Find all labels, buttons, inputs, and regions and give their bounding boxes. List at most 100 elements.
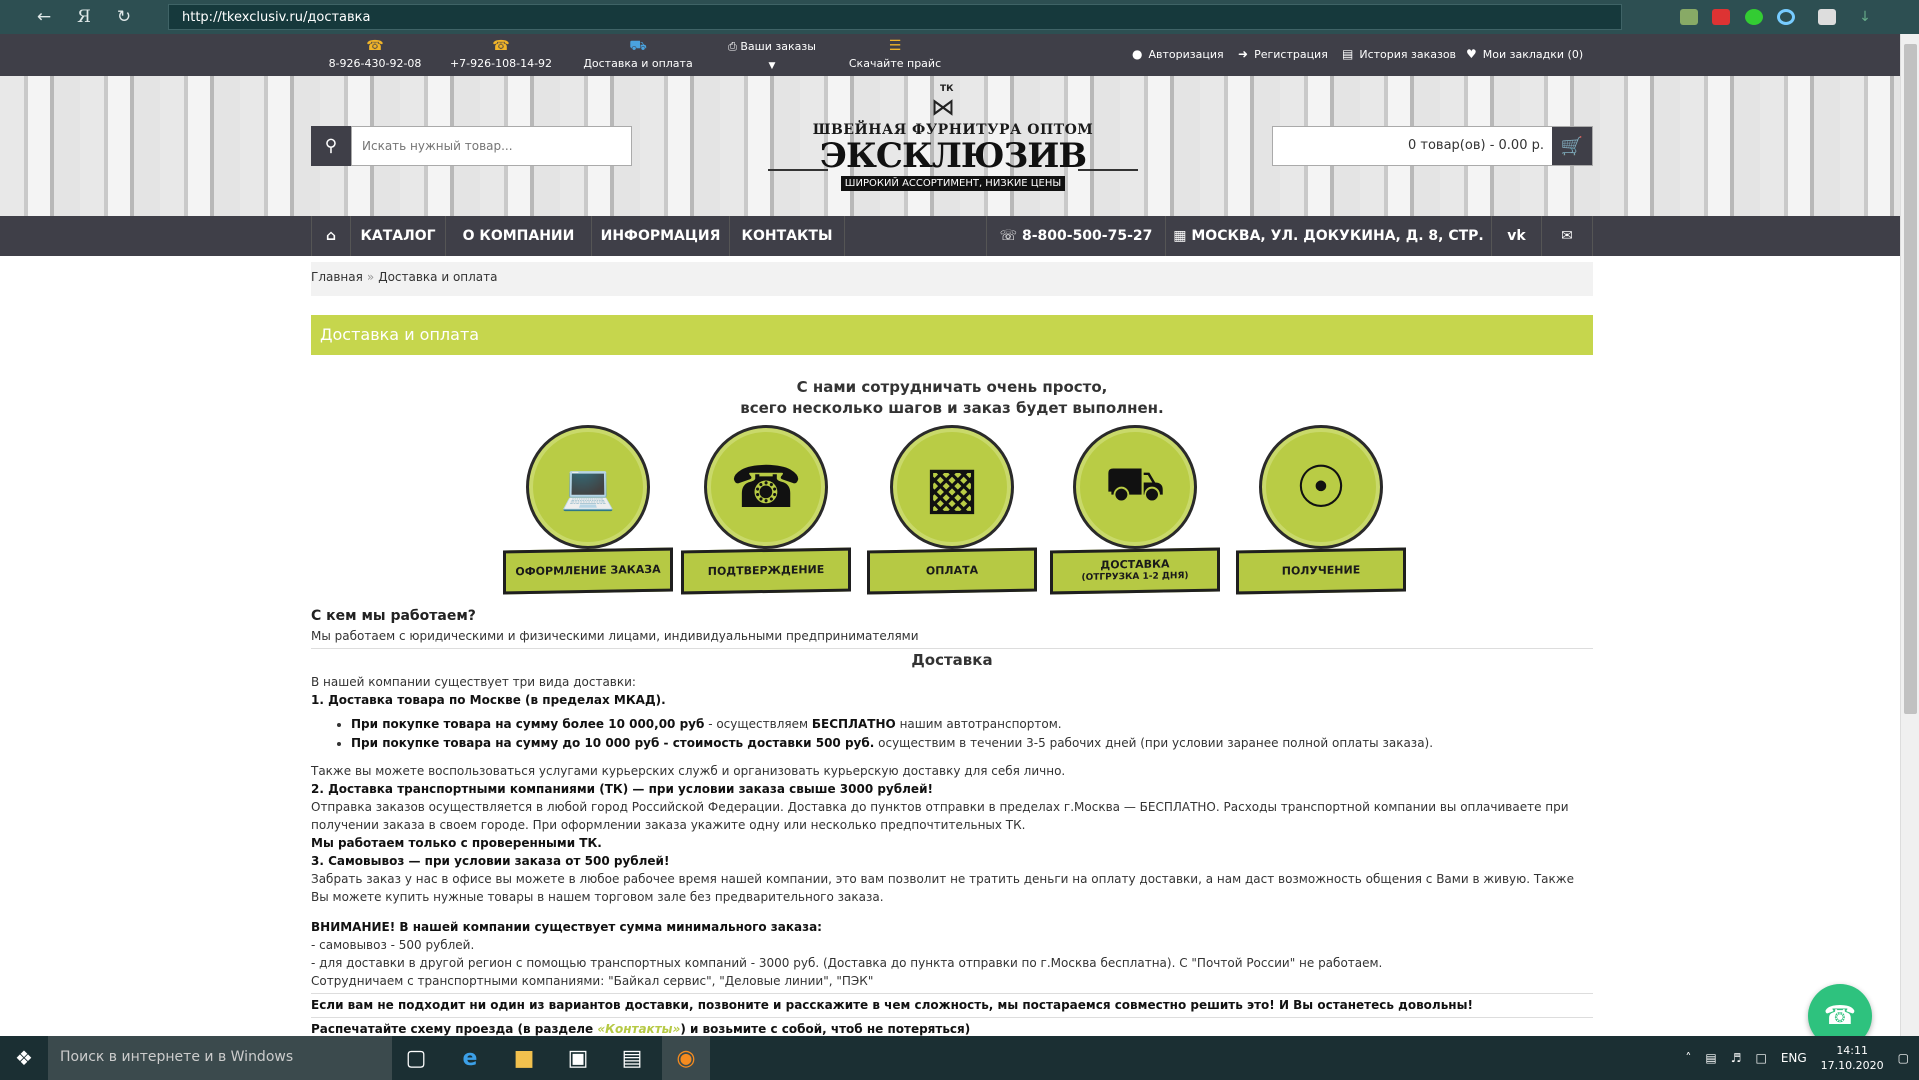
mail-badge-icon[interactable] [1712,9,1730,25]
print-b: ) и возьмите с собой, чтоб не потеряться… [680,1022,971,1036]
bullet1-rest: - осуществляем [704,717,812,731]
price-link[interactable]: ☰ Скачайте прайс [840,38,950,70]
blue-circle-icon[interactable] [1777,9,1795,25]
cart-icon[interactable]: 🛒 [1552,127,1592,165]
network-icon[interactable]: ▤ [1705,1051,1716,1065]
green-circle-icon[interactable] [1745,9,1763,25]
notification-icon[interactable]: □ [1755,1051,1766,1065]
language-indicator[interactable]: ENG [1781,1051,1807,1065]
explorer-icon[interactable]: ■ [500,1036,548,1080]
step-confirm: ☎ ПОДТВЕРЖДЕНИЕ [681,425,851,597]
bullet2-bold: При покупке товара на сумму до 10 000 ру… [351,736,875,750]
scrollbar-thumb[interactable] [1904,44,1917,714]
page-title: Доставка и оплата [311,315,1593,355]
document-icon: ▤ [1342,47,1354,61]
browser-toolbar: ← Я ↻ http://tkexclusiv.ru/доставка ↓ [0,0,1919,34]
nav-info[interactable]: ИНФОРМАЦИЯ [592,216,730,256]
partners: Сотрудничаем с транспортными компаниями:… [311,974,874,988]
bookmarks-link[interactable]: Мои закладки (0) [1483,48,1583,61]
search-icon[interactable]: ⚲ [311,126,351,166]
mail-icon[interactable]: ✉ [1542,216,1593,256]
list-icon: ☰ [888,38,902,54]
step-delivery-sub: (ОТГРУЗКА 1-2 ДНЯ) [1081,571,1189,583]
proven-text: Мы работаем только с проверенными ТК. [311,836,602,850]
print-a: Распечатайте схему проезда (в разделе [311,1022,598,1036]
bullet1-bold2: БЕСПЛАТНО [811,717,896,731]
type1-text: 1. Доставка товара по Москве (в пределах… [311,693,666,707]
volume-icon[interactable]: ♬ [1731,1051,1742,1065]
type3-text: 3. Самовывоз — при условии заказа от 500… [311,854,670,868]
delivery-link[interactable]: ⛟ Доставка и оплата [578,38,698,70]
firefox-icon[interactable]: ◉ [662,1036,710,1080]
cart-widget[interactable]: 0 товар(ов) - 0.00 р. 🛒 [1272,126,1593,166]
bullet1-bold: При покупке товара на сумму более 10 000… [351,717,705,731]
attention-text: ВНИМАНИЕ! В нашей компании существует су… [311,920,822,934]
breadcrumb-home[interactable]: Главная [311,270,363,284]
contacts-link[interactable]: «Контакты» [597,1022,680,1036]
vertical-scrollbar[interactable] [1900,34,1919,1036]
courier-text: Также вы можете воспользоваться услугами… [311,764,1066,778]
edge-icon[interactable]: e [446,1036,494,1080]
step-receive: ☉ ПОЛУЧЕНИЕ [1236,425,1406,597]
arrow-right-icon: ➜ [1238,47,1249,61]
step-label: ПОДТВЕРЖДЕНИЕ [681,547,851,595]
phone-icon: ☎ [366,38,384,54]
nav-contacts[interactable]: КОНТАКТЫ [730,216,845,256]
extension-icon[interactable] [1680,9,1698,25]
menu-icon[interactable] [1818,9,1836,25]
action-center-icon[interactable]: ▢ [1898,1051,1909,1065]
who-text: Мы работаем с юридическими и физическими… [311,629,919,643]
address-bar[interactable]: http://tkexclusiv.ru/доставка [168,4,1622,30]
auth-link[interactable]: Авторизация [1148,48,1223,61]
who-title: С кем мы работаем? [311,608,476,624]
vk-icon[interactable]: vk [1492,216,1542,256]
taskbar-search[interactable]: Поиск в интернете и в Windows [48,1036,392,1080]
reload-icon[interactable]: ↻ [106,0,142,34]
phone-link-2[interactable]: ☎ +7-926-108-14-92 [446,38,556,70]
list-item: При покупке товара на сумму более 10 000… [351,715,1593,733]
chevron-up-icon[interactable]: ˄ [1685,1051,1691,1065]
yandex-icon[interactable]: Я [66,0,102,34]
content-body: С кем мы работаем? Мы работаем с юридиче… [311,607,1593,1038]
home-icon[interactable]: ⌂ [311,216,351,256]
type1: 1. Доставка товара по Москве (в пределах… [311,691,1593,709]
clock[interactable]: 14:11 17.10.2020 [1821,1043,1884,1073]
nav-address[interactable]: ▦ МОСКВА, УЛ. ДОКУКИНА, Д. 8, СТР. 3 [1166,216,1492,284]
print-icon: ⎙ [728,40,737,53]
laptop-icon: 💻 [526,425,650,549]
intro-text: С нами сотрудничать очень просто, всего … [311,377,1593,419]
truck-icon: ⛟ [629,38,647,54]
document-app-icon[interactable]: ▤ [608,1036,656,1080]
phone-icon: ☎ [1823,1001,1857,1031]
store-icon[interactable]: ▣ [554,1036,602,1080]
history-link[interactable]: История заказов [1359,48,1456,61]
type2-text: 2. Доставка транспортными компаниями (ТК… [311,782,933,796]
nav-phone[interactable]: ☏ 8-800-500-75-27 [986,216,1166,256]
types-intro: В нашей компании существует три вида дос… [311,675,636,689]
task-view-icon[interactable]: ▢ [392,1036,440,1080]
orders-dropdown[interactable]: ⎙ Ваши заказы ▼ [712,40,832,71]
nav-about[interactable]: О КОМПАНИИ [446,216,592,256]
back-icon[interactable]: ← [26,0,62,34]
search-input[interactable] [351,126,632,166]
wallet-icon: ▩ [890,425,1014,549]
windows-start-icon[interactable]: ❖ [0,1036,48,1080]
register-link[interactable]: Регистрация [1254,48,1328,61]
min-order-2: - для доставки в другой регион с помощью… [311,956,1383,970]
intro-line2: всего несколько шагов и заказ будет выпо… [740,399,1164,417]
phone1-label: 8-926-430-92-08 [328,57,422,70]
system-tray: ˄ ▤ ♬ □ ENG 14:11 17.10.2020 ▢ [1685,1036,1909,1080]
site-logo[interactable]: ТК ⋈ ШВЕЙНАЯ ФУРНИТУРА ОПТОМ ЭКСКЛЮЗИВ Ш… [768,84,1138,209]
proven: Мы работаем только с проверенными ТК. [311,834,1593,852]
download-icon[interactable]: ↓ [1856,9,1874,25]
call-text: Если вам не подходит ни один из варианто… [311,998,1473,1012]
phone-link-1[interactable]: ☎ 8-926-430-92-08 [320,38,430,70]
type3: 3. Самовывоз — при условии заказа от 500… [311,852,1593,870]
logo-rule-right [1078,169,1138,171]
divider [311,993,1593,994]
telephone-icon: ☏ [999,228,1018,244]
nav-catalog[interactable]: КАТАЛОГ [351,216,446,256]
clock-time: 14:11 [1836,1044,1869,1057]
heart-icon: ♥ [1466,47,1477,61]
orders-label: Ваши заказы [740,40,816,53]
